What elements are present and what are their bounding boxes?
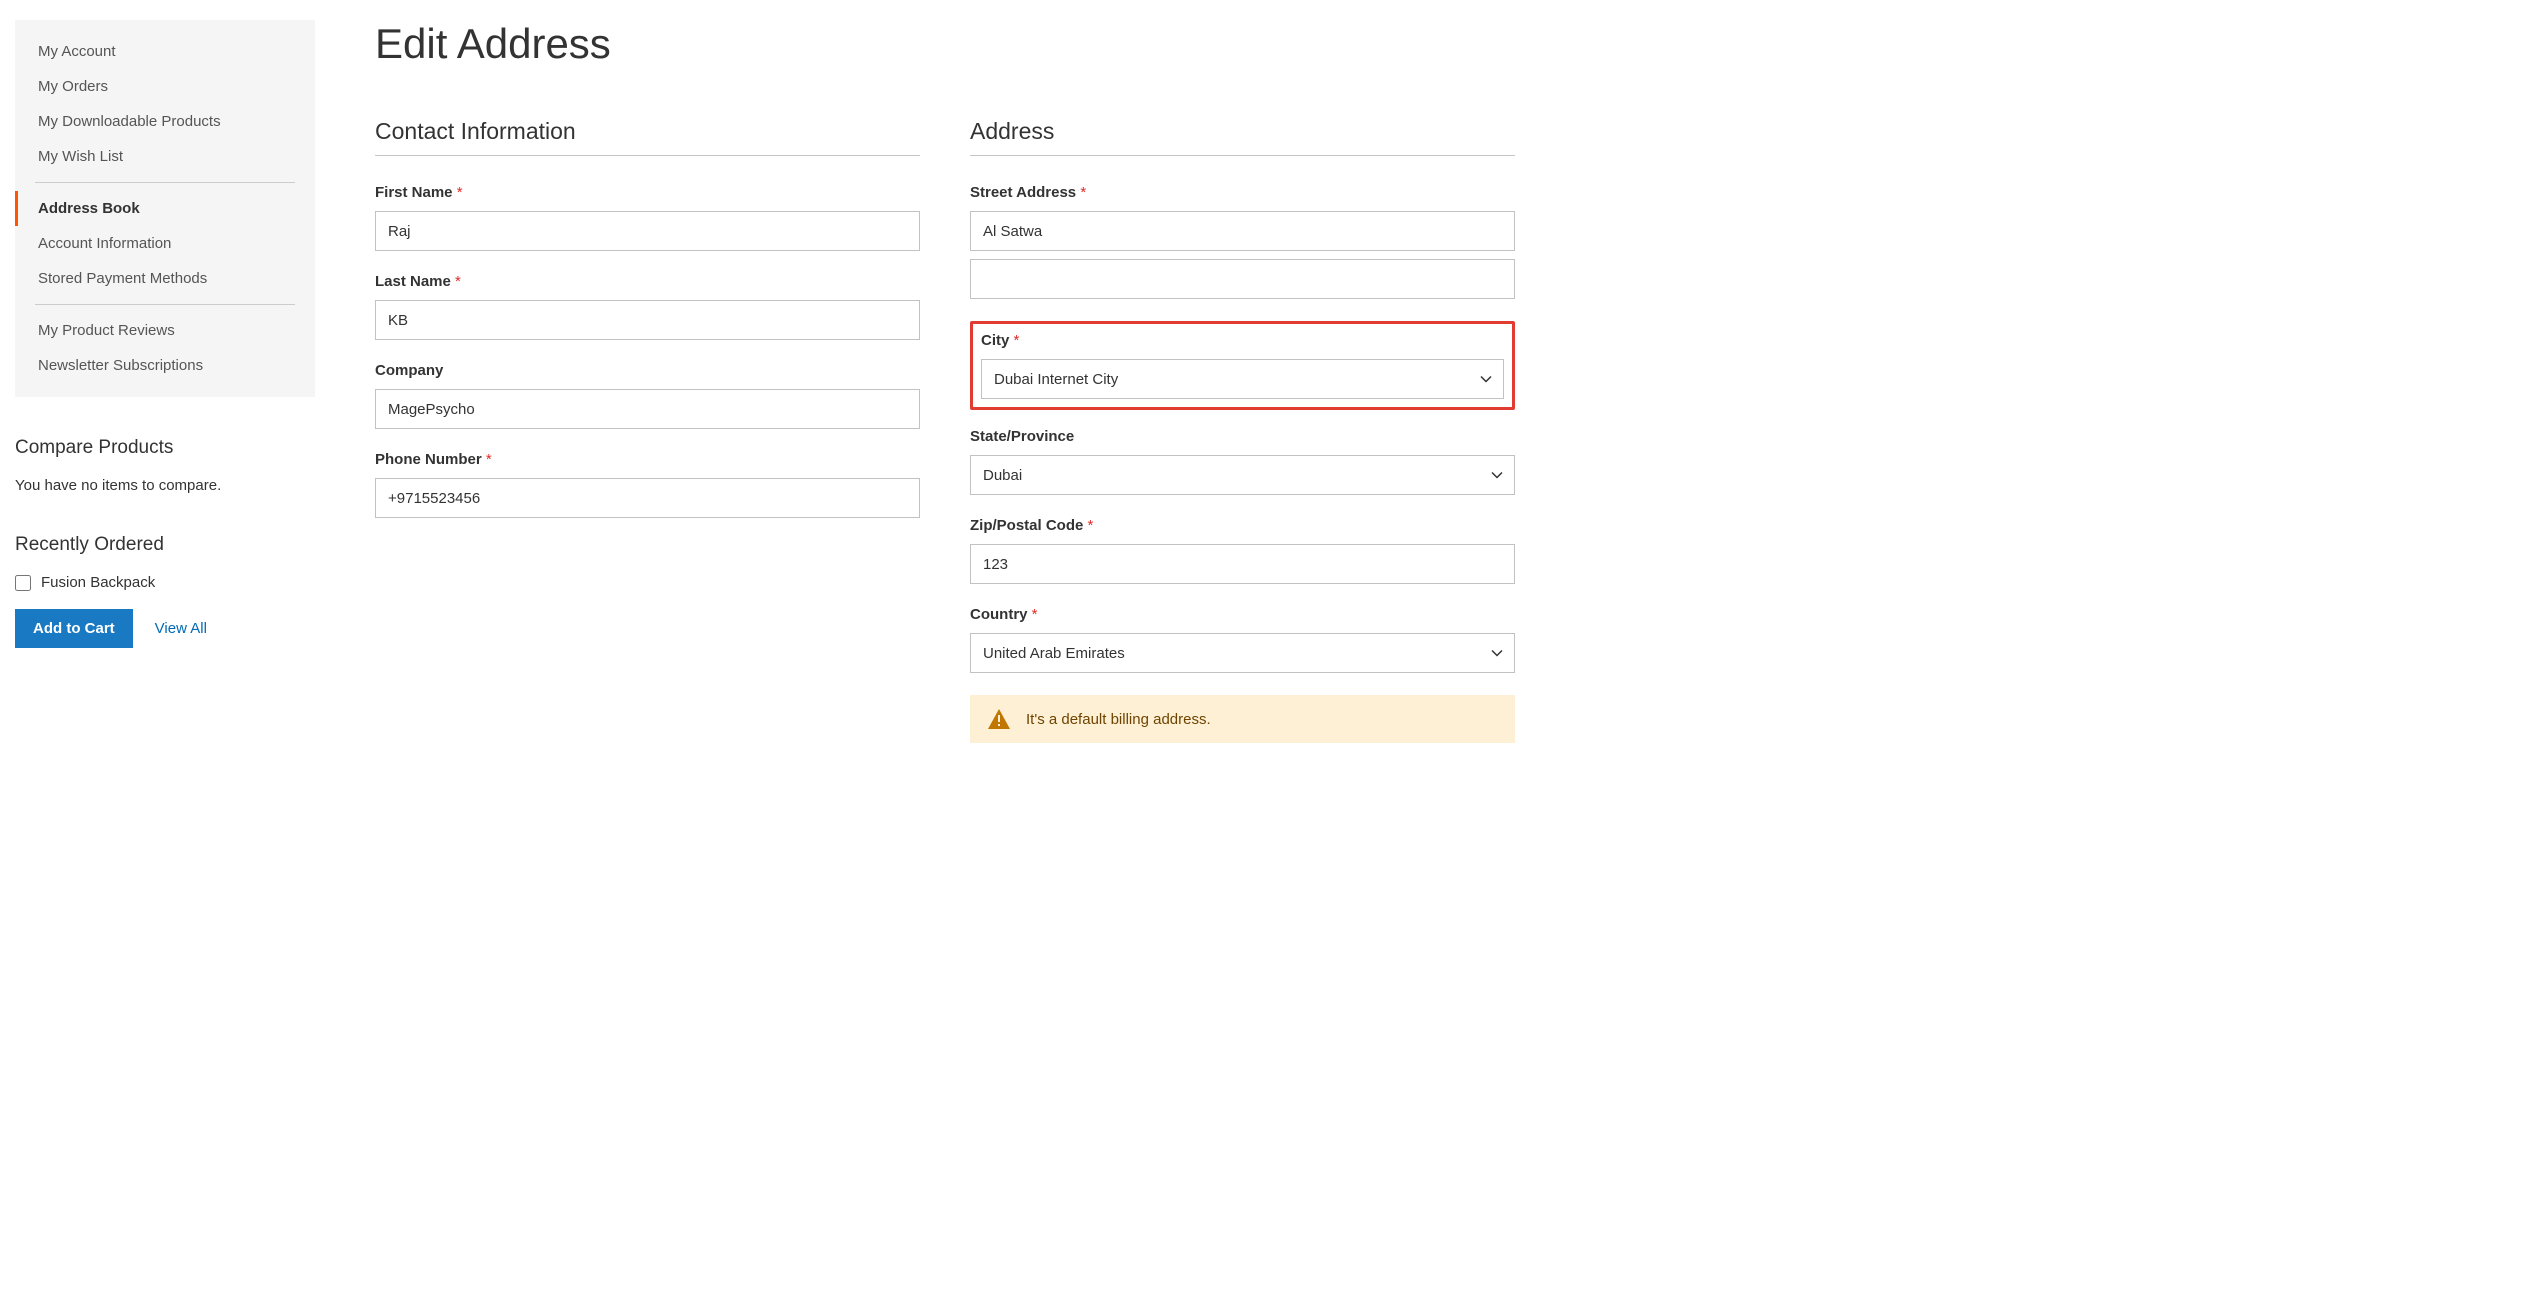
first-name-input[interactable] (375, 211, 920, 251)
city-select[interactable]: Dubai Internet City (981, 359, 1504, 399)
nav-stored-payment[interactable]: Stored Payment Methods (15, 261, 315, 296)
street2-input[interactable] (970, 259, 1515, 299)
state-select[interactable]: Dubai (970, 455, 1515, 495)
city-highlight: City Dubai Internet City (970, 321, 1515, 410)
address-section-title: Address (970, 118, 1515, 156)
company-label: Company (375, 362, 920, 379)
nav-address-book[interactable]: Address Book (15, 191, 315, 226)
default-billing-notice: It's a default billing address. (970, 695, 1515, 743)
zip-input[interactable] (970, 544, 1515, 584)
account-nav: My Account My Orders My Downloadable Pro… (15, 20, 315, 397)
nav-my-downloadable[interactable]: My Downloadable Products (15, 104, 315, 139)
nav-separator (35, 182, 295, 183)
company-input[interactable] (375, 389, 920, 429)
phone-label: Phone Number (375, 451, 920, 468)
country-select[interactable]: United Arab Emirates (970, 633, 1515, 673)
country-label: Country (970, 606, 1515, 623)
state-label: State/Province (970, 428, 1515, 445)
nav-product-reviews[interactable]: My Product Reviews (15, 313, 315, 348)
first-name-label: First Name (375, 184, 920, 201)
last-name-input[interactable] (375, 300, 920, 340)
nav-separator (35, 304, 295, 305)
phone-input[interactable] (375, 478, 920, 518)
last-name-label: Last Name (375, 273, 920, 290)
add-to-cart-button[interactable]: Add to Cart (15, 609, 133, 648)
city-label: City (981, 332, 1504, 349)
default-billing-text: It's a default billing address. (1026, 711, 1211, 728)
nav-my-orders[interactable]: My Orders (15, 69, 315, 104)
nav-newsletter[interactable]: Newsletter Subscriptions (15, 348, 315, 383)
warning-icon (988, 709, 1010, 729)
nav-my-account[interactable]: My Account (15, 34, 315, 69)
view-all-link[interactable]: View All (155, 620, 207, 637)
page-title: Edit Address (375, 20, 1515, 68)
street-label: Street Address (970, 184, 1515, 201)
nav-my-wish-list[interactable]: My Wish List (15, 139, 315, 174)
compare-empty-text: You have no items to compare. (15, 477, 315, 494)
contact-section-title: Contact Information (375, 118, 920, 156)
compare-title: Compare Products (15, 437, 315, 459)
recent-item-label: Fusion Backpack (41, 574, 155, 591)
zip-label: Zip/Postal Code (970, 517, 1515, 534)
nav-account-info[interactable]: Account Information (15, 226, 315, 261)
recently-ordered: Recently Ordered Fusion Backpack Add to … (15, 534, 315, 648)
contact-info-section: Contact Information First Name Last Name… (375, 118, 920, 743)
compare-products: Compare Products You have no items to co… (15, 437, 315, 494)
street1-input[interactable] (970, 211, 1515, 251)
address-section: Address Street Address City Dubai Intern… (970, 118, 1515, 743)
recent-item-checkbox[interactable] (15, 575, 31, 591)
recently-ordered-title: Recently Ordered (15, 534, 315, 556)
